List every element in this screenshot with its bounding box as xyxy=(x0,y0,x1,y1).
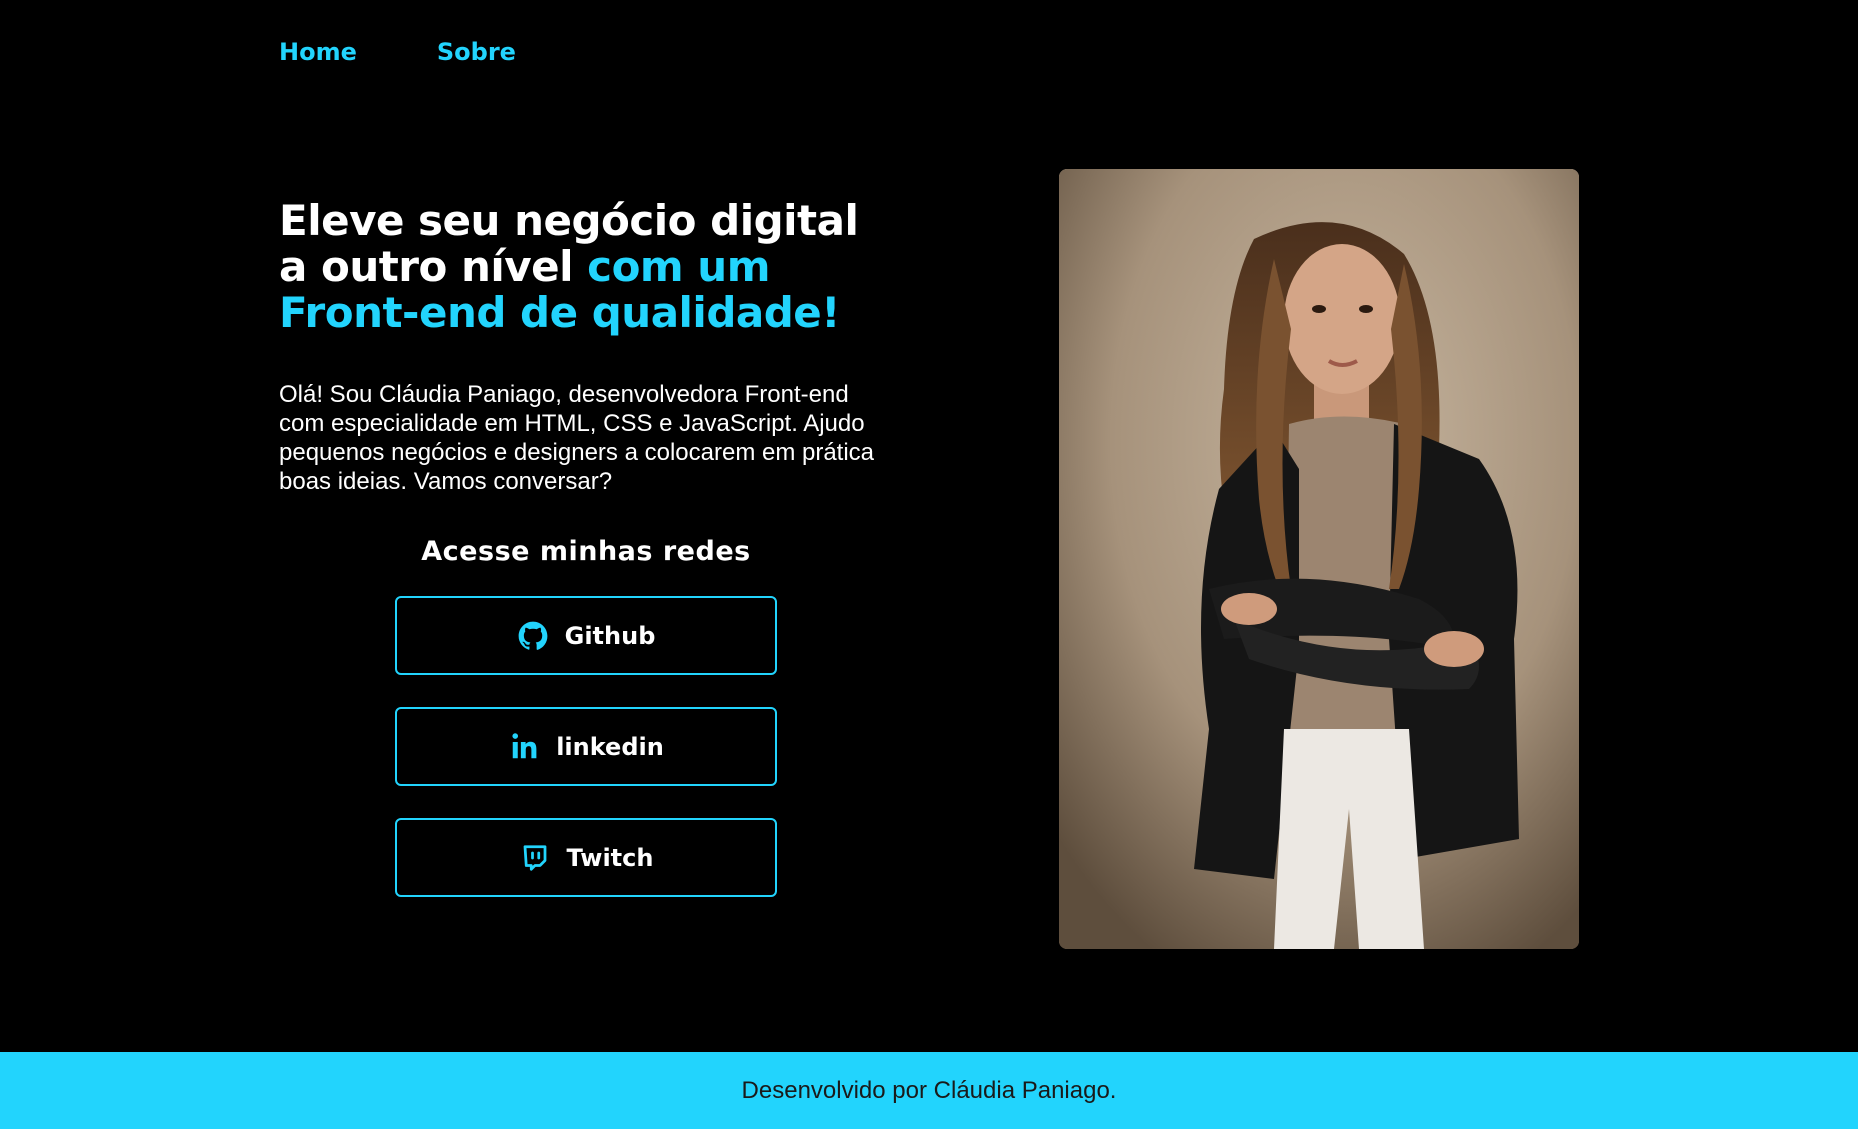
nav-about-link[interactable]: Sobre xyxy=(437,38,516,66)
twitch-label: Twitch xyxy=(566,843,654,872)
hero-headline: Eleve seu negócio digital a outro nível … xyxy=(279,198,899,336)
footer: Desenvolvido por Cláudia Paniago. xyxy=(0,1052,1858,1129)
main-nav: Home Sobre xyxy=(279,38,516,66)
footer-credit: Desenvolvido por Cláudia Paniago. xyxy=(741,1076,1117,1104)
headline-white-text: Eleve seu negócio digital a outro nível xyxy=(279,196,859,291)
networks-title: Acesse minhas redes xyxy=(421,536,751,567)
linkedin-label: linkedin xyxy=(556,732,664,761)
github-icon xyxy=(517,620,549,652)
social-links: Github linkedin Twitch xyxy=(279,596,893,897)
hero-text-section: Eleve seu negócio digital a outro nível … xyxy=(279,198,899,897)
twitch-icon xyxy=(519,842,551,874)
twitch-button[interactable]: Twitch xyxy=(395,818,777,897)
github-label: Github xyxy=(564,621,656,650)
github-button[interactable]: Github xyxy=(395,596,777,675)
profile-photo xyxy=(1059,169,1579,949)
nav-home-link[interactable]: Home xyxy=(279,38,357,66)
linkedin-icon xyxy=(508,731,540,763)
profile-photo-illustration xyxy=(1059,169,1579,949)
linkedin-button[interactable]: linkedin xyxy=(395,707,777,786)
intro-paragraph: Olá! Sou Cláudia Paniago, desenvolvedora… xyxy=(279,381,875,495)
